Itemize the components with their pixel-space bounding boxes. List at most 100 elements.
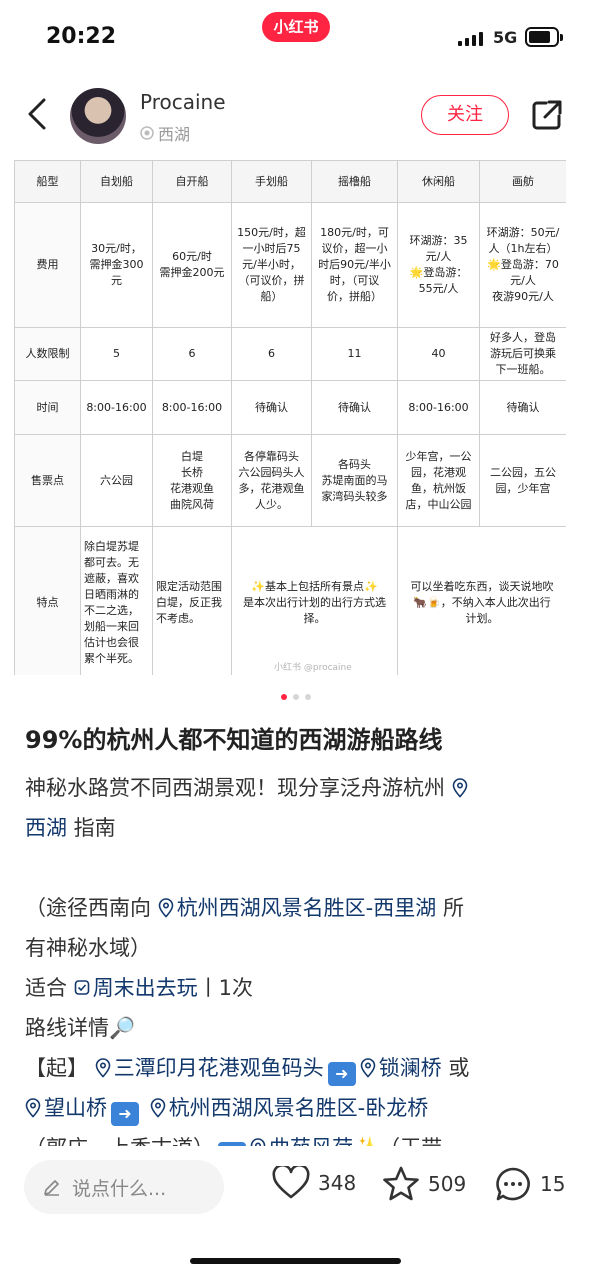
- location-pin-icon: [158, 898, 173, 918]
- content-text: 所: [436, 896, 464, 920]
- table-cell: 5: [80, 327, 153, 381]
- post-image[interactable]: 船型 自划船 自开船 手划船 摇橹船 休闲船 画舫 费用 30元/时， 需押金30…: [14, 160, 566, 675]
- table-cell: 待确认: [479, 380, 566, 435]
- table-cell: 11: [311, 327, 398, 381]
- author-name[interactable]: Procaine: [140, 90, 226, 114]
- table-header-cell: 船型: [14, 160, 81, 203]
- location-link[interactable]: 杭州西湖风景名胜区-卧龙桥: [169, 1096, 429, 1120]
- bottom-action-bar: 说点什么... 348 509 15: [0, 1146, 591, 1279]
- table-cell: 各停靠码头 六公园码头人 多，花港观鱼 人少。: [231, 434, 312, 527]
- carousel-indicator: [0, 694, 591, 700]
- comment-input[interactable]: 说点什么...: [24, 1160, 224, 1214]
- location-pin-icon: [452, 778, 467, 798]
- table-row: 特点 除白堤苏堤 都可去。无 遮蔽，喜欢 日晒雨淋的 不二之选， 划船一来回 估计也会很 累个…: [14, 526, 566, 675]
- follow-button[interactable]: 关注: [421, 95, 509, 135]
- table-row: 售票点 六公园 白堤 长桥 花港观鱼 曲院风荷 各停靠码头 六公园码头人 多，花港观鱼 人少…: [14, 434, 566, 527]
- content-text: （途径西南向: [25, 896, 158, 920]
- carousel-dot: [304, 694, 311, 700]
- content-text: 适合: [25, 976, 74, 1000]
- like-button[interactable]: 348: [272, 1166, 356, 1200]
- star-icon: [383, 1166, 419, 1201]
- content-text: 【起】: [25, 1056, 95, 1080]
- location-pin-icon: [140, 126, 154, 140]
- checkbox-tag-icon: [74, 980, 89, 995]
- location-link[interactable]: 曲苑风荷: [269, 1136, 353, 1146]
- post-title: 99%的杭州人都不知道的西湖游船路线: [25, 726, 443, 754]
- avatar[interactable]: [70, 88, 126, 144]
- table-header-cell: 画舫: [479, 160, 566, 203]
- table-cell: 限定活动范围 白堤，反正我 不考虑。: [152, 526, 232, 675]
- row-label: 人数限制: [14, 327, 81, 381]
- location-pin-icon: [25, 1098, 41, 1118]
- table-cell: 六公园: [80, 434, 153, 527]
- location-link[interactable]: 三潭印月花港观鱼码头: [114, 1056, 324, 1080]
- comment-count: 15: [540, 1172, 566, 1196]
- table-cell: 环湖游：50元/人（1h左右） 🌟登岛游：70 元/人 夜游90元/人: [479, 202, 566, 328]
- location-link[interactable]: 锁澜桥: [379, 1056, 442, 1080]
- content-text: （郭庄、上香古道）: [25, 1136, 214, 1146]
- like-count: 348: [318, 1171, 357, 1195]
- signal-icon: [458, 30, 483, 46]
- table-cell: 待确认: [231, 380, 312, 435]
- table-cell: 二公园，五公 园，少年宫: [479, 434, 566, 527]
- row-label: 费用: [14, 202, 81, 328]
- table-cell: 8:00-16:00: [397, 380, 480, 435]
- right-arrow-emoji-icon: ➜: [111, 1102, 139, 1126]
- comments-button[interactable]: 15: [494, 1166, 565, 1202]
- table-cell: 30元/时， 需押金300 元: [80, 202, 153, 328]
- carousel-dot-active: [280, 694, 287, 700]
- table-cell: 6: [231, 327, 312, 381]
- heart-icon: [272, 1166, 310, 1199]
- status-bar: 20:22 小红书 5G: [0, 0, 591, 70]
- content-text: 丨1次: [197, 976, 254, 1000]
- location-pin-icon: [250, 1138, 266, 1146]
- back-arrow-icon[interactable]: [24, 94, 54, 134]
- location-link[interactable]: 杭州西湖风景名胜区-西里湖: [177, 896, 437, 920]
- table-cell: 60元/时 需押金200元: [152, 202, 232, 328]
- right-arrow-emoji-icon: ➜: [327, 1062, 356, 1086]
- topic-link[interactable]: 周末出去玩: [93, 976, 198, 1000]
- table-cell: 少年宫，一公 园，花港观 鱼，杭州饭 店，中山公园: [397, 434, 480, 527]
- table-cell: 待确认: [311, 380, 398, 435]
- comment-placeholder: 说点什么...: [72, 1177, 167, 1200]
- location-pin-icon: [360, 1058, 375, 1078]
- table-cell: 除白堤苏堤 都可去。无 遮蔽，喜欢 日晒雨淋的 不二之选， 划船一来回 估计也会很 累个半死。: [80, 526, 153, 675]
- table-header-cell: 摇橹船: [311, 160, 398, 203]
- table-cell: 可以坐着吃东西，谈天说地吹 🐂🍺，不纳入本人此次出行 计划。: [397, 526, 566, 675]
- table-cell: 8:00-16:00: [152, 380, 232, 435]
- content-text: 或: [441, 1056, 470, 1080]
- table-cell: 白堤 长桥 花港观鱼 曲院风荷: [152, 434, 232, 527]
- table-cell: 环湖游：35 元/人 🌟登岛游： 55元/人: [397, 202, 480, 328]
- table-cell: ✨基本上包括所有景点✨ 是本次出行计划的出行方式选 择。: [231, 526, 398, 675]
- content-text: 路线详情🔎: [25, 1016, 136, 1040]
- table-row: 人数限制 5 6 6 11 40 好多人，登岛 游玩后可换乘 下一班船。: [14, 327, 566, 381]
- carousel-dot: [292, 694, 299, 700]
- boat-table: 船型 自划船 自开船 手划船 摇橹船 休闲船 画舫 费用 30元/时， 需押金30…: [14, 160, 566, 675]
- content-text: 神秘水路赏不同西湖景观！现分享泛舟游杭州: [25, 776, 445, 800]
- row-label: 时间: [14, 380, 81, 435]
- pencil-icon: [44, 1180, 59, 1196]
- post-header: Procaine 西湖 关注: [0, 80, 591, 152]
- battery-icon: [525, 27, 563, 47]
- hashtag-link[interactable]: 西湖: [25, 816, 67, 840]
- share-icon[interactable]: [530, 98, 564, 132]
- post-content: 神秘水路赏不同西湖景观！现分享泛舟游杭州 西湖 指南 （途径西南向 杭州西湖风景…: [25, 768, 570, 1146]
- row-label: 特点: [14, 526, 81, 675]
- collect-button[interactable]: 509: [382, 1166, 466, 1202]
- table-cell: 40: [397, 327, 480, 381]
- table-row: 费用 30元/时， 需押金300 元 60元/时 需押金200元 150元/时，超 一小…: [14, 202, 566, 328]
- table-cell: 180元/时，可 议价，超一小 时后90元/半小 时，（可议 价，拼船）: [311, 202, 398, 328]
- status-time: 20:22: [46, 24, 117, 49]
- table-cell: 各码头 苏堤南面的马 家湾码头较多: [311, 434, 398, 527]
- table-cell: 150元/时，超 一小时后75 元/半小时， （可议价，拼 船）: [231, 202, 312, 328]
- location-label: 西湖: [158, 125, 191, 144]
- content-text: ✨（玉带: [353, 1136, 442, 1146]
- content-text: 指南: [67, 816, 116, 840]
- location-link[interactable]: 望山桥: [44, 1096, 107, 1120]
- table-header-cell: 自开船: [152, 160, 232, 203]
- collect-count: 509: [428, 1172, 467, 1196]
- network-label: 5G: [493, 28, 518, 47]
- image-watermark: 小红书 @procaine: [274, 663, 352, 673]
- table-header-cell: 自划船: [80, 160, 153, 203]
- location-pin-icon: [150, 1098, 165, 1118]
